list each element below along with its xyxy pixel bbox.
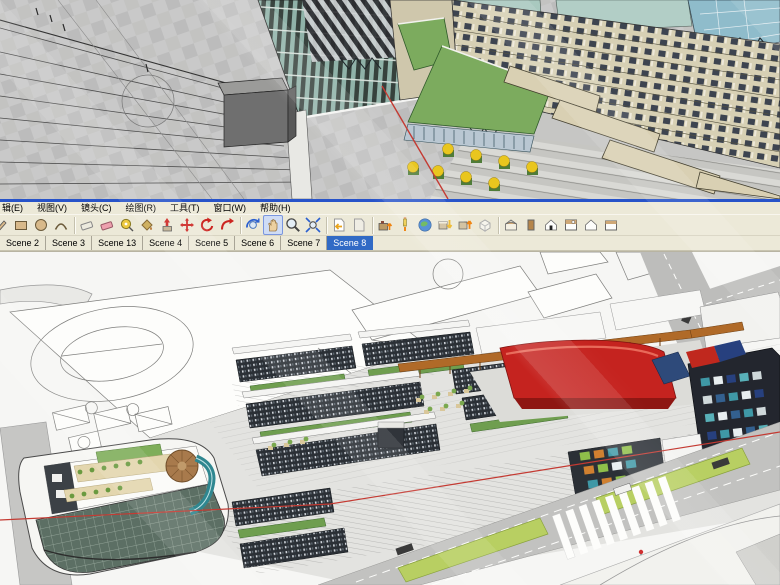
share-model-icon[interactable] bbox=[455, 215, 475, 235]
toolbar-separator bbox=[74, 216, 75, 234]
menu-item-3[interactable]: 绘图(R) bbox=[119, 202, 164, 214]
photo-textures-icon[interactable] bbox=[395, 215, 415, 235]
menu-item-0[interactable]: 辑(E) bbox=[0, 202, 30, 214]
component-box-icon[interactable] bbox=[475, 215, 495, 235]
orbit-icon[interactable] bbox=[243, 215, 263, 235]
eraser-tool-icon[interactable] bbox=[77, 215, 97, 235]
scene-tab-scene-7[interactable]: Scene 7 bbox=[281, 236, 328, 250]
scene-tab-scene-6[interactable]: Scene 6 bbox=[235, 236, 282, 250]
menu-item-4[interactable]: 工具(T) bbox=[163, 202, 207, 214]
zoom-extents-icon[interactable] bbox=[303, 215, 323, 235]
circle-tool-icon[interactable] bbox=[31, 215, 51, 235]
menu-bar: 辑(E) 视图(V) 镜头(C) 绘图(R) 工具(T) 窗口(W) 帮助(H) bbox=[0, 202, 780, 214]
rotate-icon[interactable] bbox=[197, 215, 217, 235]
menu-item-1[interactable]: 视图(V) bbox=[30, 202, 74, 214]
menu-item-5[interactable]: 窗口(W) bbox=[207, 202, 254, 214]
viewport-bottom[interactable] bbox=[0, 251, 780, 585]
scene-tab-scene-5[interactable]: Scene 5 bbox=[189, 236, 236, 250]
scene-tab-bar: Scene 2 Scene 3 Scene 13 Scene 4 Scene 5 Scen… bbox=[0, 236, 780, 251]
top-view-icon[interactable] bbox=[561, 215, 581, 235]
tape-measure-icon[interactable] bbox=[117, 215, 137, 235]
pan-icon[interactable] bbox=[263, 215, 283, 235]
follow-me-tool-icon[interactable] bbox=[97, 215, 117, 235]
left-view-icon[interactable] bbox=[521, 215, 541, 235]
viewport-top[interactable] bbox=[0, 0, 780, 199]
back-view-icon[interactable] bbox=[581, 215, 601, 235]
dark-box-building bbox=[217, 77, 297, 148]
zoom-icon[interactable] bbox=[283, 215, 303, 235]
front-view-icon[interactable] bbox=[541, 215, 561, 235]
scene-tab-scene-4[interactable]: Scene 4 bbox=[143, 236, 190, 250]
push-pull-icon[interactable] bbox=[157, 215, 177, 235]
scene-tab-scene-2[interactable]: Scene 2 bbox=[0, 236, 47, 250]
toolbar bbox=[0, 214, 780, 236]
right-view-icon[interactable] bbox=[601, 215, 621, 235]
pencil-tool-icon[interactable] bbox=[0, 215, 11, 235]
toolbar-separator bbox=[498, 216, 499, 234]
menu-item-6[interactable]: 帮助(H) bbox=[253, 202, 298, 214]
scene-tab-scene-8[interactable]: Scene 8 bbox=[327, 236, 374, 250]
toolbar-separator bbox=[326, 216, 327, 234]
arc-tool-icon[interactable] bbox=[51, 215, 71, 235]
add-location-icon[interactable] bbox=[375, 215, 395, 235]
move-icon[interactable] bbox=[177, 215, 197, 235]
scene-bottom-render bbox=[0, 252, 780, 585]
scene-top-render bbox=[0, 0, 780, 199]
sketchup-window: 辑(E) 视图(V) 镜头(C) 绘图(R) 工具(T) 窗口(W) 帮助(H) Scene… bbox=[0, 0, 780, 585]
previous-view-icon[interactable] bbox=[329, 215, 349, 235]
iso-view-icon[interactable] bbox=[501, 215, 521, 235]
google-earth-icon[interactable] bbox=[415, 215, 435, 235]
scene-tab-scene-3[interactable]: Scene 3 bbox=[46, 236, 93, 250]
rectangle-tool-icon[interactable] bbox=[11, 215, 31, 235]
toolbar-separator bbox=[240, 216, 241, 234]
next-view-icon[interactable] bbox=[349, 215, 369, 235]
offset-icon[interactable] bbox=[217, 215, 237, 235]
paint-bucket-icon[interactable] bbox=[137, 215, 157, 235]
menu-item-2[interactable]: 镜头(C) bbox=[74, 202, 119, 214]
get-models-icon[interactable] bbox=[435, 215, 455, 235]
toolbar-separator bbox=[372, 216, 373, 234]
scene-tab-scene-13[interactable]: Scene 13 bbox=[92, 236, 144, 250]
